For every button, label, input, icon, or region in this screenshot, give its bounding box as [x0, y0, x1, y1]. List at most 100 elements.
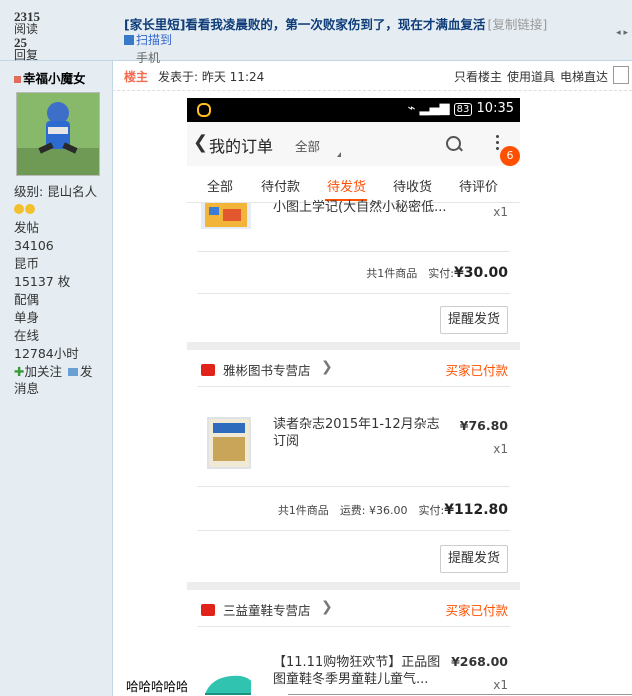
order-total: ¥112.80 — [444, 502, 508, 518]
order-total: ¥30.00 — [453, 265, 508, 281]
follow-button[interactable]: 加关注 — [24, 364, 62, 379]
shop-link[interactable]: 雅彬图书专营店 — [201, 360, 311, 379]
thread-title: [家长里短]看看我凌晨败的，第一次败家伤到了，现在才满血复活 [复制链接] — [124, 14, 547, 33]
nav-title: 我的订单 — [209, 137, 274, 156]
product-thumbnail[interactable] — [201, 668, 251, 696]
tab-all[interactable]: 全部 — [207, 176, 233, 195]
thread-stats: 2315 阅读 25 回复 — [14, 10, 40, 62]
tmall-icon — [201, 604, 215, 616]
summary-count: 共1件商品 — [366, 267, 418, 280]
battery-level: 83 — [453, 103, 473, 116]
post-footer-text: 哈哈哈哈哈 — [126, 679, 189, 694]
thread-title-text[interactable]: [家长里短]看看我凌晨败的，第一次败家伤到了，现在才满血复活 — [124, 17, 485, 32]
message-icon — [68, 368, 78, 376]
use-item-link[interactable]: 使用道具 — [507, 70, 555, 84]
divider — [197, 386, 510, 387]
status-time: 10:35 — [476, 101, 514, 116]
product-thumbnail[interactable] — [207, 417, 257, 473]
product-price: ¥76.80 — [459, 418, 508, 433]
coins-value: 15137 枚 — [14, 274, 71, 289]
scan-link[interactable]: 扫描到 — [124, 31, 172, 48]
product-name[interactable]: 读者杂志2015年1-12月杂志订阅 — [273, 416, 443, 450]
online-label: 在线 — [14, 328, 40, 343]
post-header: 楼主 发表于: 昨天 11:24 只看楼主 使用道具 电梯直达 — [112, 60, 632, 91]
replies-label: 回复 — [14, 48, 39, 62]
only-op-link[interactable]: 只看楼主 — [454, 70, 502, 84]
product-qty: x1 — [493, 442, 508, 456]
level-label: 级别: 昆山名人 — [14, 184, 98, 199]
chevron-right-icon: ❯ — [321, 359, 333, 375]
nav-bar: ❮ 我的订单 全部 6 — [187, 122, 520, 166]
jump-floor-input[interactable] — [613, 66, 629, 84]
order-status: 买家已付款 — [445, 363, 508, 378]
tab-pending-receipt[interactable]: 待收货 — [393, 176, 432, 195]
divider — [197, 626, 510, 627]
avatar-image — [17, 93, 99, 175]
product-price: ¥268.00 — [451, 654, 508, 669]
posts-label: 发帖 — [14, 220, 40, 235]
order-summary: 共1件商品 实付:¥30.00 — [366, 265, 508, 281]
signal-icon: ⌁ ▂▄▆ — [407, 101, 454, 116]
shop-name: 三益童鞋专营店 — [223, 603, 311, 618]
author-name[interactable]: 幸福小魔女 — [14, 68, 86, 87]
nav-filter[interactable]: 全部 — [295, 136, 320, 155]
order-summary: 共1件商品 运费: ¥36.00 实付:¥112.80 — [278, 502, 508, 518]
gender-icon — [14, 76, 21, 83]
author-name-text: 幸福小魔女 — [23, 71, 86, 86]
divider — [197, 293, 510, 294]
divider — [197, 530, 510, 531]
status-bar: ⌁ ▂▄▆ 83 10:35 — [187, 98, 520, 122]
posted-time: 发表于: 昨天 11:24 — [158, 70, 265, 84]
profile-info: 级别: 昆山名人 发帖 34106 昆币 15137 枚 配偶 单身 在线 12… — [14, 183, 104, 397]
qr-code-icon — [124, 35, 134, 45]
avatar[interactable] — [16, 92, 100, 176]
shop-name: 雅彬图书专营店 — [223, 363, 311, 378]
post-tools: 只看楼主 使用道具 电梯直达 — [449, 68, 608, 85]
tab-pending-shipment[interactable]: 待发货 — [327, 176, 366, 195]
summary-count: 共1件商品 — [277, 504, 329, 517]
product-qty: x1 — [493, 678, 508, 692]
remind-ship-button[interactable]: 提醒发货 — [440, 306, 508, 334]
coins-label: 昆币 — [14, 256, 40, 271]
section-gap — [187, 342, 520, 350]
divider — [197, 251, 510, 252]
profile-actions: ✚加关注 发消息 — [14, 363, 104, 397]
summary-label: 实付: — [428, 267, 454, 280]
op-badge: 楼主 — [124, 70, 149, 84]
order-card: 三益童鞋专营店 ❯ 买家已付款 【11.11购物狂欢节】正品图图童鞋冬季男童鞋儿… — [187, 590, 520, 696]
prev-next-arrows[interactable]: ◂ ▸ — [616, 28, 628, 38]
online-value: 12784小时 — [14, 346, 79, 361]
filter-arrow-icon — [337, 152, 341, 157]
section-gap — [187, 582, 520, 590]
more-icon[interactable] — [496, 135, 499, 138]
copy-link[interactable]: [复制链接] — [487, 17, 547, 32]
tab-pending-payment[interactable]: 待付款 — [261, 176, 300, 195]
chevron-right-icon: ❯ — [321, 599, 333, 615]
spouse-label: 配偶 — [14, 292, 40, 307]
smiley-icon — [14, 204, 24, 214]
tab-pending-review[interactable]: 待评价 — [459, 176, 498, 195]
product-qty: x1 — [493, 205, 508, 219]
status-right: ⌁ ▂▄▆ 83 10:35 — [408, 101, 514, 116]
medal-icons — [14, 201, 104, 219]
divider — [288, 694, 632, 695]
tmall-icon — [201, 364, 215, 376]
posts-value: 34106 — [14, 238, 54, 253]
product-name[interactable]: 小图上学记(大自然小秘密低... — [273, 199, 446, 216]
search-icon[interactable] — [446, 136, 461, 151]
smiley-icon — [25, 204, 35, 214]
remind-ship-button[interactable]: 提醒发货 — [440, 545, 508, 573]
plus-icon: ✚ — [14, 364, 25, 379]
summary-label: 实付: — [418, 504, 445, 517]
spouse-value: 单身 — [14, 310, 40, 325]
phone-screenshot: ⌁ ▂▄▆ 83 10:35 ❮ 我的订单 全部 6 全部 待付款 待发货 待收… — [187, 98, 520, 696]
app-notification-icon — [197, 103, 211, 117]
shipping-fee: 运费: ¥36.00 — [339, 504, 408, 517]
order-status: 买家已付款 — [445, 603, 508, 618]
shop-link[interactable]: 三益童鞋专营店 — [201, 600, 311, 619]
divider — [197, 486, 510, 487]
back-icon[interactable]: ❮ — [193, 132, 208, 153]
jump-floor-label: 电梯直达 — [559, 70, 608, 84]
notification-badge: 6 — [500, 146, 520, 166]
product-name[interactable]: 【11.11购物狂欢节】正品图图童鞋冬季男童鞋儿童气... — [273, 654, 453, 688]
